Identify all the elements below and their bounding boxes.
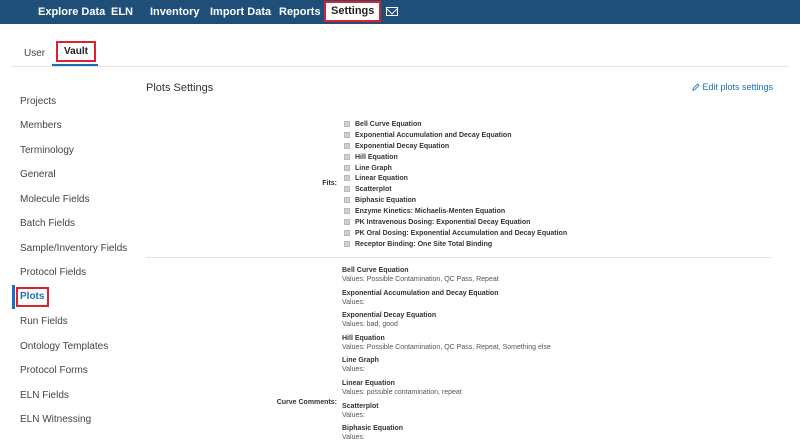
fit-option[interactable]: Bell Curve Equation [344, 119, 422, 129]
pencil-icon [692, 83, 701, 91]
tabs-divider [12, 66, 788, 67]
fit-option[interactable]: Line Graph [344, 163, 392, 173]
checkbox-checked[interactable] [344, 132, 350, 138]
sidebar-item-eln-witnessing[interactable]: ELN Witnessing [20, 414, 91, 425]
sidebar-item-ontology-templates[interactable]: Ontology Templates [20, 341, 108, 352]
tab-vault[interactable]: Vault [56, 41, 96, 62]
curve-comments-label: Curve Comments: [276, 399, 337, 406]
nav-inventory[interactable]: Inventory [150, 0, 200, 24]
checkbox-checked[interactable] [344, 208, 350, 214]
sidebar-item-protocol-fields[interactable]: Protocol Fields [20, 267, 86, 278]
sidebar-item-molecule-fields[interactable]: Molecule Fields [20, 194, 89, 205]
checkbox-checked[interactable] [344, 186, 350, 192]
checkbox-checked[interactable] [344, 165, 350, 171]
edit-plots-settings-link[interactable]: Edit plots settings [692, 82, 773, 92]
checkbox-checked[interactable] [344, 219, 350, 225]
curve-comment-item: Bell Curve Equation Values: Possible Cont… [342, 267, 499, 283]
fit-option[interactable]: Receptor Binding: One Site Total Binding [344, 239, 492, 249]
sidebar-item-general[interactable]: General [20, 169, 56, 180]
curve-comment-item: Line Graph Values: [342, 357, 379, 373]
section-divider [146, 257, 772, 258]
page-title: Plots Settings [146, 82, 214, 94]
checkbox-checked[interactable] [344, 154, 350, 160]
sidebar-item-plots[interactable]: Plots [16, 287, 49, 307]
fit-option[interactable]: Biphasic Equation [344, 195, 416, 205]
sidebar-item-terminology[interactable]: Terminology [20, 145, 74, 156]
sidebar-item-sample-inventory-fields[interactable]: Sample/Inventory Fields [20, 243, 127, 254]
top-navigation: Explore Data ELN Inventory Import Data R… [0, 0, 800, 24]
mail-icon[interactable] [386, 7, 398, 16]
checkbox-checked[interactable] [344, 241, 350, 247]
nav-import-data[interactable]: Import Data [210, 0, 271, 24]
fit-option[interactable]: Exponential Accumulation and Decay Equat… [344, 130, 512, 140]
checkbox-checked[interactable] [344, 197, 350, 203]
curve-comment-item: Linear Equation Values: possible contamin… [342, 380, 462, 396]
nav-explore-data[interactable]: Explore Data [38, 0, 105, 24]
nav-reports[interactable]: Reports [279, 0, 321, 24]
fit-option[interactable]: Linear Equation [344, 173, 408, 183]
sidebar-item-members[interactable]: Members [20, 120, 62, 131]
sidebar-item-protocol-forms[interactable]: Protocol Forms [20, 365, 88, 376]
curve-comment-item: Exponential Decay Equation Values: bad, g… [342, 312, 437, 328]
curve-comment-item: Hill Equation Values: Possible Contaminat… [342, 335, 551, 351]
curve-comment-item: Exponential Accumulation and Decay Equat… [342, 290, 499, 306]
sidebar-item-eln-fields[interactable]: ELN Fields [20, 390, 69, 401]
checkbox-checked[interactable] [344, 175, 350, 181]
sidebar-item-projects[interactable]: Projects [20, 96, 56, 107]
fit-option[interactable]: PK Oral Dosing: Exponential Accumulation… [344, 228, 567, 238]
sidebar-item-batch-fields[interactable]: Batch Fields [20, 218, 75, 229]
edit-plots-settings-label: Edit plots settings [702, 82, 773, 92]
nav-settings[interactable]: Settings [324, 1, 382, 22]
sidebar-active-indicator [12, 285, 15, 309]
curve-comment-item: Scatterplot Values: [342, 403, 379, 419]
checkbox-checked[interactable] [344, 143, 350, 149]
fit-option[interactable]: Scatterplot [344, 184, 392, 194]
fit-option[interactable]: Hill Equation [344, 152, 398, 162]
curve-comment-item: Biphasic Equation Values: [342, 425, 404, 441]
sidebar-item-run-fields[interactable]: Run Fields [20, 316, 68, 327]
nav-eln[interactable]: ELN [111, 0, 133, 24]
checkbox-checked[interactable] [344, 121, 350, 127]
fit-option[interactable]: Enzyme Kinetics: Michaelis-Menten Equati… [344, 206, 505, 216]
checkbox-checked[interactable] [344, 230, 350, 236]
fit-option[interactable]: PK Intravenous Dosing: Exponential Decay… [344, 217, 530, 227]
tab-user[interactable]: User [24, 48, 45, 59]
fits-label: Fits: [322, 180, 337, 187]
fit-option[interactable]: Exponential Decay Equation [344, 141, 449, 151]
